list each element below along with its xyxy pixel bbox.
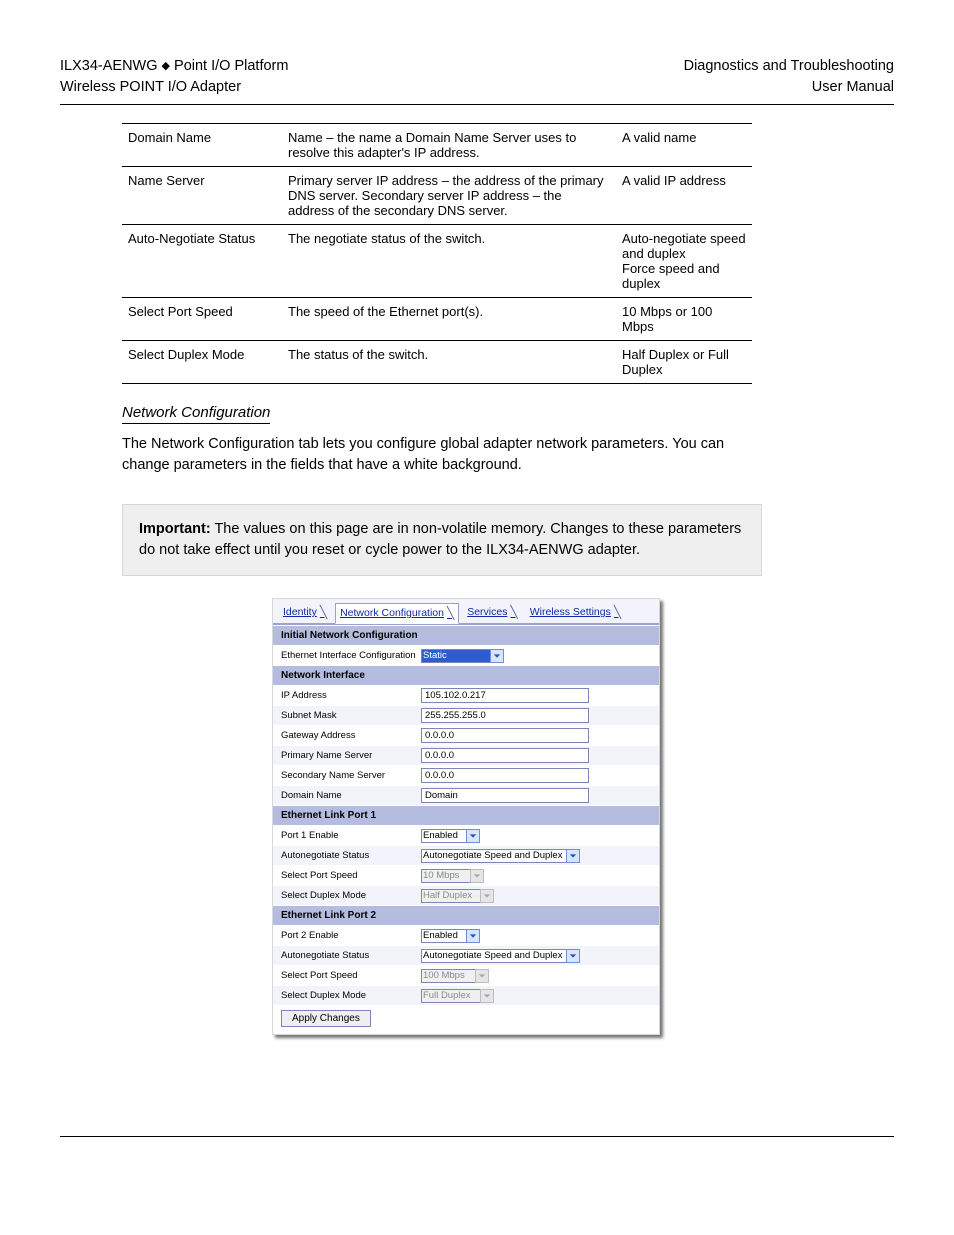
table-row: Domain Name Name – the name a Domain Nam… (122, 124, 752, 167)
section-ethernet-port-1: Ethernet Link Port 1 (273, 805, 659, 825)
label-ip-address: IP Address (281, 690, 421, 701)
chevron-down-icon (490, 649, 504, 663)
platform-name: Point I/O Platform (174, 58, 288, 74)
section-body: The Network Configuration tab lets you c… (122, 434, 762, 476)
product-subtitle: Wireless POINT I/O Adapter (60, 77, 288, 98)
doc-type: User Manual (684, 77, 894, 98)
tab-bar: Identity╲ Network Configuration╲ Service… (273, 599, 659, 625)
section-initial-network: Initial Network Configuration (273, 625, 659, 645)
spec-table: Domain Name Name – the name a Domain Nam… (122, 123, 752, 384)
section-ethernet-port-2: Ethernet Link Port 2 (273, 905, 659, 925)
chevron-down-icon (566, 949, 580, 963)
select-port1-autonegotiate[interactable]: Autonegotiate Speed and Duplex (421, 849, 580, 863)
input-primary-name-server[interactable] (421, 748, 589, 763)
footer-rule (60, 1136, 894, 1137)
spec-desc: The negotiate status of the switch. (282, 225, 616, 298)
spec-name: Select Duplex Mode (122, 341, 282, 384)
spec-name: Domain Name (122, 124, 282, 167)
tab-wireless-settings[interactable]: Wireless Settings╲ (526, 602, 625, 623)
select-port1-speed: 10 Mbps (421, 869, 484, 883)
important-text: The values on this page are in non-volat… (139, 521, 741, 558)
tab-network-configuration[interactable]: Network Configuration╲ (335, 603, 459, 624)
tab-identity[interactable]: Identity╲ (279, 602, 331, 623)
select-port1-duplex: Half Duplex (421, 889, 494, 903)
table-row: Auto-Negotiate Status The negotiate stat… (122, 225, 752, 298)
label-port2-autonegotiate: Autonegotiate Status (281, 950, 421, 961)
select-ethernet-interface-config[interactable]: Static (421, 649, 504, 663)
network-config-panel: Identity╲ Network Configuration╲ Service… (272, 598, 660, 1035)
label-port2-duplex: Select Duplex Mode (281, 990, 421, 1001)
important-label: Important: (139, 521, 211, 537)
chevron-down-icon (466, 929, 480, 943)
label-port2-speed: Select Port Speed (281, 970, 421, 981)
input-domain-name[interactable] (421, 788, 589, 803)
select-port2-speed: 100 Mbps (421, 969, 489, 983)
label-ethernet-interface-config: Ethernet Interface Configuration (281, 650, 421, 661)
spec-name: Name Server (122, 167, 282, 225)
section-network-interface: Network Interface (273, 665, 659, 685)
spec-name: Auto-Negotiate Status (122, 225, 282, 298)
spec-name: Select Port Speed (122, 298, 282, 341)
spec-valid: Auto-negotiate speed and duplex Force sp… (616, 225, 752, 298)
chevron-down-icon (566, 849, 580, 863)
select-port2-duplex: Full Duplex (421, 989, 494, 1003)
label-port1-autonegotiate: Autonegotiate Status (281, 850, 421, 861)
important-note: Important: The values on this page are i… (122, 504, 762, 576)
input-ip-address[interactable] (421, 688, 589, 703)
select-port2-enable[interactable]: Enabled (421, 929, 480, 943)
chevron-down-icon (475, 969, 489, 983)
spec-desc: The status of the switch. (282, 341, 616, 384)
spec-desc: Name – the name a Domain Name Server use… (282, 124, 616, 167)
chevron-down-icon (480, 989, 494, 1003)
spec-valid: Half Duplex or Full Duplex (616, 341, 752, 384)
label-port2-enable: Port 2 Enable (281, 930, 421, 941)
tab-services[interactable]: Services╲ (463, 602, 522, 623)
spec-desc: Primary server IP address – the address … (282, 167, 616, 225)
table-row: Name Server Primary server IP address – … (122, 167, 752, 225)
table-row: Select Duplex Mode The status of the swi… (122, 341, 752, 384)
input-secondary-name-server[interactable] (421, 768, 589, 783)
label-domain-name: Domain Name (281, 790, 421, 801)
input-subnet-mask[interactable] (421, 708, 589, 723)
spec-desc: The speed of the Ethernet port(s). (282, 298, 616, 341)
diamond-icon: ◆ (162, 60, 170, 72)
label-port1-enable: Port 1 Enable (281, 830, 421, 841)
label-primary-name-server: Primary Name Server (281, 750, 421, 761)
product-code: ILX34-AENWG (60, 58, 158, 74)
select-port2-autonegotiate[interactable]: Autonegotiate Speed and Duplex (421, 949, 580, 963)
spec-valid: A valid name (616, 124, 752, 167)
page-header: ILX34-AENWG ◆ Point I/O Platform Wireles… (60, 56, 894, 105)
label-port1-duplex: Select Duplex Mode (281, 890, 421, 901)
chevron-down-icon (466, 829, 480, 843)
input-gateway-address[interactable] (421, 728, 589, 743)
label-secondary-name-server: Secondary Name Server (281, 770, 421, 781)
label-subnet-mask: Subnet Mask (281, 710, 421, 721)
spec-valid: 10 Mbps or 100 Mbps (616, 298, 752, 341)
label-gateway-address: Gateway Address (281, 730, 421, 741)
section-heading: Network Configuration (122, 404, 270, 424)
select-port1-enable[interactable]: Enabled (421, 829, 480, 843)
apply-changes-button[interactable]: Apply Changes (281, 1010, 371, 1027)
chevron-down-icon (470, 869, 484, 883)
chevron-down-icon (480, 889, 494, 903)
spec-valid: A valid IP address (616, 167, 752, 225)
table-row: Select Port Speed The speed of the Ether… (122, 298, 752, 341)
doc-section: Diagnostics and Troubleshooting (684, 56, 894, 77)
label-port1-speed: Select Port Speed (281, 870, 421, 881)
